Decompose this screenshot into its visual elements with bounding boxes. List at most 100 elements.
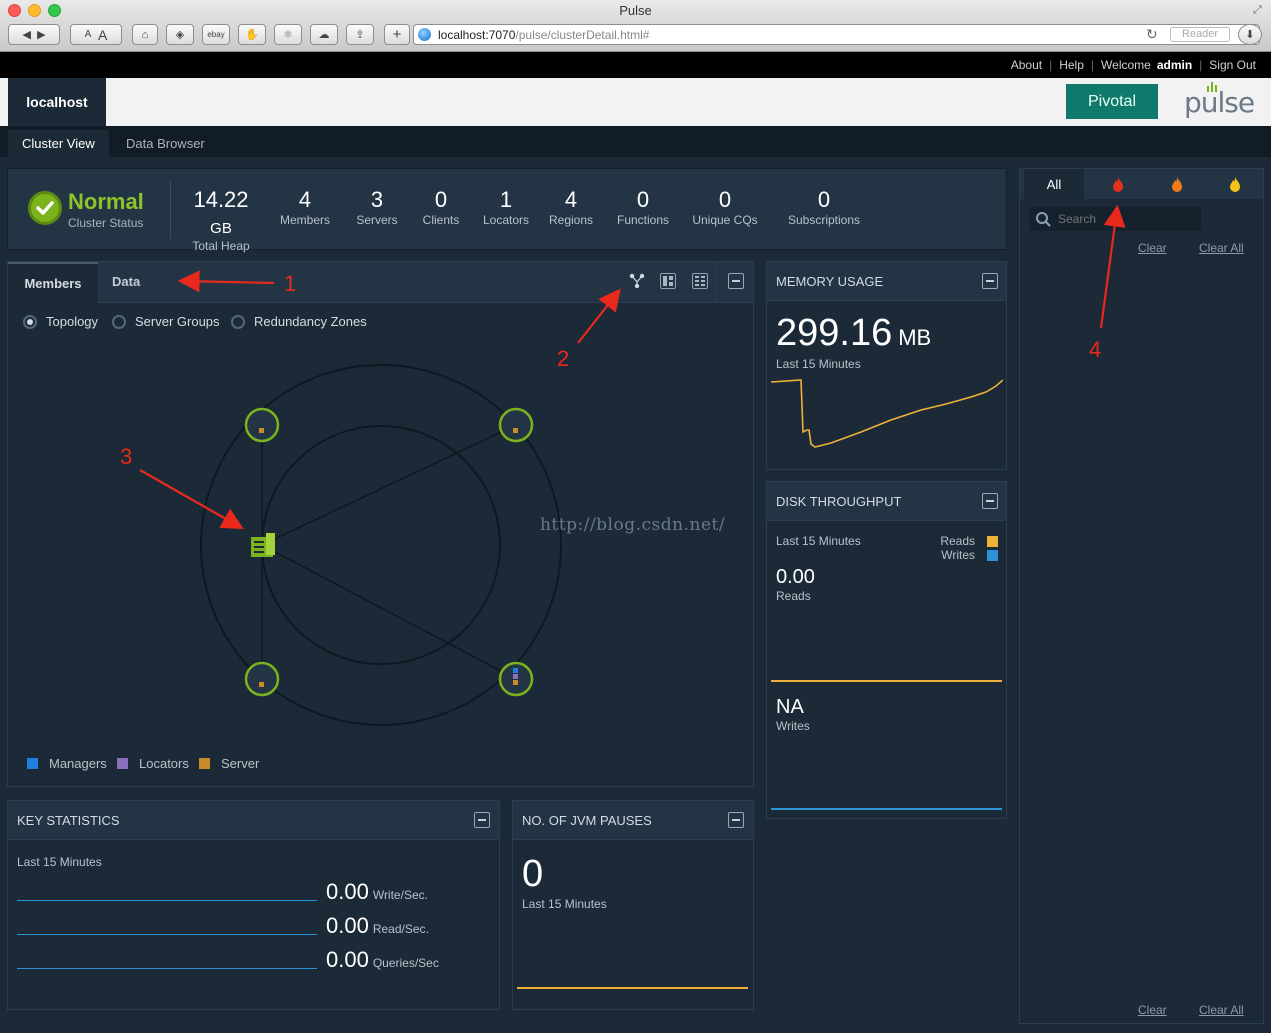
app-header: localhost Pivotal pulse [0,78,1271,126]
memory-collapse-button[interactable] [982,273,998,289]
query-rate: 0.00 Queries/Sec [326,947,439,972]
grid-view-button[interactable] [660,273,676,289]
stat-value: 0 [636,187,650,212]
url-text[interactable]: localhost:7070/pulse/clusterDetail.html# [438,28,649,42]
home-button[interactable]: ⌂ [132,24,158,45]
annotation-number: 4 [1089,337,1102,362]
topology-icon [629,273,645,289]
tab-cluster-view[interactable]: Cluster View [8,130,109,157]
text-smaller-button[interactable]: A [85,29,92,40]
bookmark-button[interactable]: ◈ [166,24,194,45]
members-panel-header: Members Data [8,262,753,303]
reload-icon[interactable]: ↻ [1146,26,1158,43]
clear-all-link-bottom[interactable]: Clear All [1199,1003,1244,1017]
alerts-tab-warning[interactable] [1205,169,1265,199]
back-forward-buttons[interactable]: ◀ ▶ [8,24,60,45]
clear-all-link-top[interactable]: Clear All [1199,241,1244,255]
read-rate: 0.00 Read/Sec. [326,913,429,938]
disk-period: Last 15 Minutes [776,534,861,548]
minus-icon [478,819,486,821]
back-icon[interactable]: ◀ [22,28,30,41]
stat-value: 0 [718,187,732,212]
download-icon: ⬇ [1245,29,1255,41]
reader-button[interactable]: Reader [1170,27,1230,42]
legend-writes: Writes [941,548,975,562]
clear-link-bottom[interactable]: Clear [1138,1003,1167,1017]
username: admin [1156,58,1193,72]
legend-reads: Reads [940,534,975,548]
member-node[interactable] [244,407,280,443]
minus-icon [986,500,994,502]
alerts-tabs: All [1020,169,1263,199]
tab-data-browser[interactable]: Data Browser [112,130,219,157]
stat-total-heap: 14.22 GB Total Heap [192,187,250,253]
hand-button[interactable]: ✋ [238,24,266,45]
host-tab[interactable]: localhost [8,78,106,126]
disk-collapse-button[interactable] [982,493,998,509]
stat-functions: 0 Functions [609,187,677,227]
disk-reads-value: 0.00 [776,566,815,588]
disk-panel-header: DISK THROUGHPUT [767,482,1006,521]
help-link[interactable]: Help [1059,58,1084,72]
url-bar[interactable]: localhost:7070/pulse/clusterDetail.html#… [413,24,1260,45]
list-view-button[interactable] [692,273,708,289]
annotation-number: 1 [284,271,297,296]
text-larger-button[interactable]: A [98,27,107,43]
fullscreen-icon[interactable]: ⤢ [1253,4,1262,17]
welcome-text: Welcome [1101,58,1151,72]
stat-label: Unique CQs [692,213,758,227]
stat-label: Subscriptions [787,213,861,227]
stat-value: 4 [564,187,578,212]
extension-icon: ✱ [283,29,293,41]
panel-title: DISK THROUGHPUT [776,494,902,509]
forward-icon[interactable]: ▶ [37,28,45,41]
tab-members[interactable]: Members [8,262,98,303]
cloud-button[interactable]: ☁ [310,24,338,45]
grid-icon [663,276,673,286]
jvm-pauses-panel: NO. OF JVM PAUSES 0 Last 15 Minutes [512,800,754,1010]
stat-label: Regions [548,213,594,227]
pulse-bars-icon [1207,82,1217,92]
new-tab-button[interactable]: + [384,24,410,45]
share-button[interactable]: ⇪ [346,24,374,45]
list-icon [695,276,705,286]
legend-server: Server [199,756,259,771]
tab-data[interactable]: Data [112,274,140,289]
about-link[interactable]: About [1011,58,1042,72]
ebay-button[interactable]: ebay [202,24,230,45]
jvm-collapse-button[interactable] [728,812,744,828]
member-node[interactable] [244,661,280,697]
alerts-tab-error[interactable] [1147,169,1207,199]
stat-regions: 4 Regions [537,187,605,227]
inner-ring [261,425,501,665]
sign-out-link[interactable]: Sign Out [1209,58,1256,72]
member-node[interactable] [498,407,534,443]
globe-icon [418,28,431,41]
jvm-pauses-value: 0 [522,853,544,895]
stat-value: 4 [298,187,312,212]
text-size-buttons[interactable]: A A [70,24,122,45]
clear-link-top[interactable]: Clear [1138,241,1167,255]
disk-writes-value: NA [776,696,804,718]
download-button[interactable]: ⬇ [1238,24,1262,45]
home-icon: ⌂ [141,28,149,41]
members-collapse-button[interactable] [728,273,744,289]
stat-value: 1 [499,187,513,212]
memory-sparkline [771,379,1003,448]
top-bar: About | Help | Welcome admin | Sign Out [0,52,1271,78]
memory-period: Last 15 Minutes [776,357,861,371]
key-statistics-collapse-button[interactable] [474,812,490,828]
alert-search-input[interactable] [1030,207,1201,231]
flame-severe-icon [1113,177,1123,192]
topology-view-button[interactable] [629,273,645,289]
reads-sparkline [771,680,1002,682]
divider [170,181,171,239]
member-node[interactable] [498,661,534,697]
puzzle-button[interactable]: ✱ [274,24,302,45]
disk-throughput-panel: DISK THROUGHPUT Last 15 Minutes Reads Wr… [766,481,1007,819]
alerts-tab-all[interactable]: All [1024,169,1084,199]
minus-icon [732,819,740,821]
stat-label: Locators [482,213,530,227]
alerts-tab-severe[interactable] [1088,169,1148,199]
jvm-pauses-header: NO. OF JVM PAUSES [513,801,753,840]
